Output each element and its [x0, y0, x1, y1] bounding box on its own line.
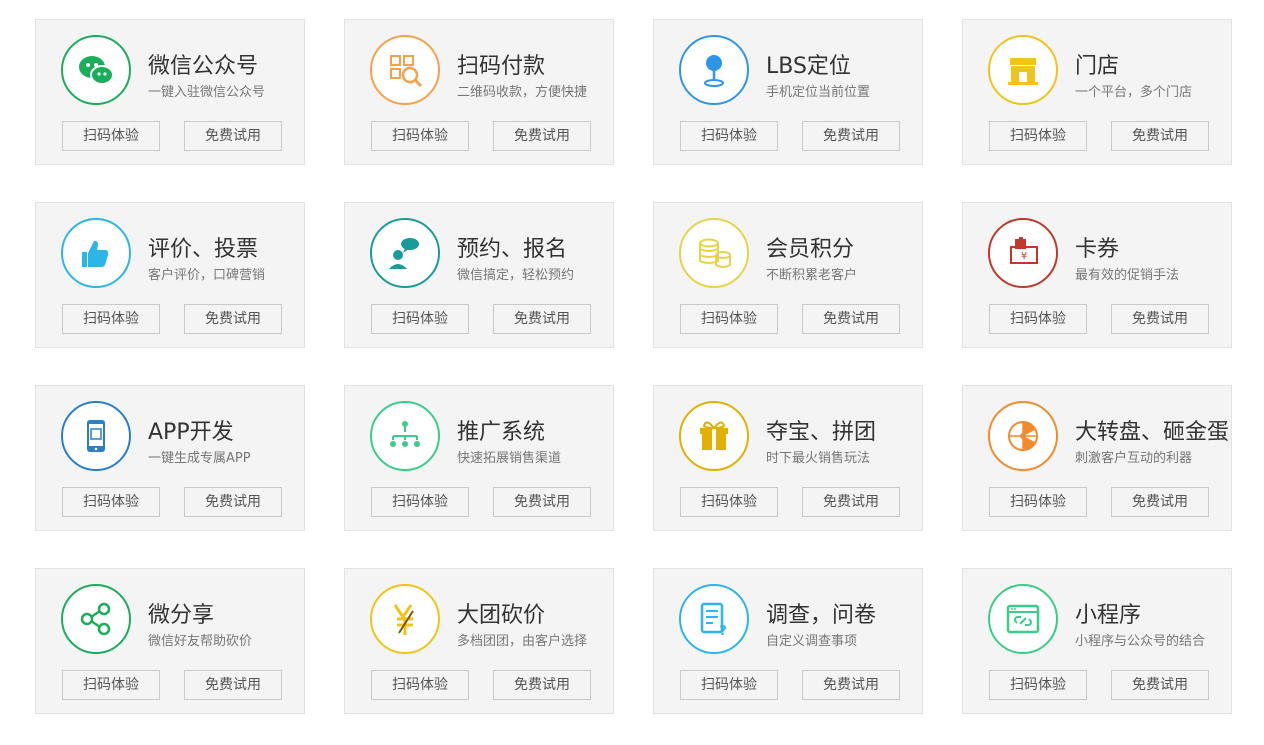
feature-description: 一键生成专属APP — [148, 451, 251, 466]
scan-experience-button[interactable]: 扫码体验 — [680, 487, 778, 517]
feature-card: 扫码付款二维码收款，方便快捷扫码体验 免费试用 — [344, 19, 614, 165]
free-trial-button[interactable]: 免费试用 — [802, 670, 900, 700]
feature-title: 预约、报名 — [457, 237, 568, 262]
network-icon — [370, 401, 440, 471]
feature-description: 不断积累老客户 — [766, 268, 858, 283]
scan-experience-button[interactable]: 扫码体验 — [62, 121, 160, 151]
feature-card: 微信公众号一键入驻微信公众号扫码体验 免费试用 — [35, 19, 305, 165]
free-trial-button[interactable]: 免费试用 — [1111, 304, 1209, 334]
feature-title: 调查，问卷 — [766, 603, 877, 628]
scan-experience-button[interactable]: 扫码体验 — [680, 121, 778, 151]
feature-title: LBS定位 — [766, 54, 851, 79]
appointment-icon — [370, 218, 440, 288]
bargain-icon — [370, 584, 440, 654]
feature-title: APP开发 — [148, 420, 234, 445]
svg-text:¥: ¥ — [1021, 251, 1027, 262]
gift-icon — [679, 401, 749, 471]
feature-title: 门店 — [1075, 54, 1120, 79]
wheel-icon — [988, 401, 1058, 471]
feature-title: 大团砍价 — [457, 603, 546, 628]
scan-experience-button[interactable]: 扫码体验 — [62, 487, 160, 517]
scan-experience-button[interactable]: 扫码体验 — [371, 670, 469, 700]
scan-experience-button[interactable]: 扫码体验 — [680, 670, 778, 700]
feature-description: 时下最火销售玩法 — [766, 451, 871, 466]
feature-description: 自定义调查事项 — [766, 634, 858, 649]
feature-description: 手机定位当前位置 — [766, 85, 871, 100]
feature-description: 一个平台，多个门店 — [1075, 85, 1193, 100]
wechat-icon — [61, 35, 131, 105]
coins-icon — [679, 218, 749, 288]
feature-description: 二维码收款，方便快捷 — [457, 85, 588, 100]
feature-description: 小程序与公众号的结合 — [1075, 634, 1206, 649]
scan-experience-button[interactable]: 扫码体验 — [62, 670, 160, 700]
feature-title: 卡券 — [1075, 237, 1120, 262]
feature-description: 刺激客户互动的利器 — [1075, 451, 1193, 466]
feature-card: 大转盘、砸金蛋刺激客户互动的利器扫码体验 免费试用 — [962, 385, 1232, 531]
scan-experience-button[interactable]: 扫码体验 — [680, 304, 778, 334]
free-trial-button[interactable]: 免费试用 — [493, 487, 591, 517]
feature-card: 推广系统快速拓展销售渠道扫码体验 免费试用 — [344, 385, 614, 531]
feature-card: LBS定位手机定位当前位置扫码体验 免费试用 — [653, 19, 923, 165]
scan-experience-button[interactable]: 扫码体验 — [62, 304, 160, 334]
free-trial-button[interactable]: 免费试用 — [1111, 670, 1209, 700]
mini-program-icon — [988, 584, 1058, 654]
feature-title: 大转盘、砸金蛋 — [1075, 420, 1230, 445]
feature-description: 微信好友帮助砍价 — [148, 634, 253, 649]
scan-experience-button[interactable]: 扫码体验 — [989, 304, 1087, 334]
free-trial-button[interactable]: 免费试用 — [802, 304, 900, 334]
svg-text:?: ? — [719, 624, 727, 639]
qr-scan-icon — [370, 35, 440, 105]
feature-title: 微信公众号 — [148, 54, 259, 79]
free-trial-button[interactable]: 免费试用 — [802, 487, 900, 517]
free-trial-button[interactable]: 免费试用 — [184, 487, 282, 517]
feature-title: 评价、投票 — [148, 237, 259, 262]
free-trial-button[interactable]: 免费试用 — [493, 670, 591, 700]
free-trial-button[interactable]: 免费试用 — [802, 121, 900, 151]
feature-card: 夺宝、拼团时下最火销售玩法扫码体验 免费试用 — [653, 385, 923, 531]
scan-experience-button[interactable]: 扫码体验 — [989, 670, 1087, 700]
share-icon — [61, 584, 131, 654]
feature-card: APP开发一键生成专属APP 扫码体验 免费试用 — [35, 385, 305, 531]
thumbs-up-icon — [61, 218, 131, 288]
free-trial-button[interactable]: 免费试用 — [1111, 121, 1209, 151]
feature-title: 扫码付款 — [457, 54, 546, 79]
feature-description: 客户评价，口碑营销 — [148, 268, 266, 283]
scan-experience-button[interactable]: 扫码体验 — [371, 304, 469, 334]
feature-title: 夺宝、拼团 — [766, 420, 877, 445]
feature-description: 多档团团，由客户选择 — [457, 634, 588, 649]
scan-experience-button[interactable]: 扫码体验 — [989, 487, 1087, 517]
free-trial-button[interactable]: 免费试用 — [493, 304, 591, 334]
free-trial-button[interactable]: 免费试用 — [184, 304, 282, 334]
feature-card: 预约、报名微信搞定，轻松预约扫码体验 免费试用 — [344, 202, 614, 348]
scan-experience-button[interactable]: 扫码体验 — [371, 121, 469, 151]
survey-icon: ? — [679, 584, 749, 654]
feature-title: 微分享 — [148, 603, 215, 628]
coupon-icon: ¥ — [988, 218, 1058, 288]
store-icon — [988, 35, 1058, 105]
feature-description: 快速拓展销售渠道 — [457, 451, 562, 466]
feature-card: 大团砍价多档团团，由客户选择扫码体验 免费试用 — [344, 568, 614, 714]
feature-description: 一键入驻微信公众号 — [148, 85, 266, 100]
feature-title: 小程序 — [1075, 603, 1142, 628]
feature-grid: 微信公众号 一键入驻微信公众号 扫码体验 免费试用 扫码付款 二维码收款，方便快捷 扫码体验… — [35, 19, 1235, 719]
free-trial-button[interactable]: 免费试用 — [184, 121, 282, 151]
feature-title: 会员积分 — [766, 237, 855, 262]
free-trial-button[interactable]: 免费试用 — [184, 670, 282, 700]
scan-experience-button[interactable]: 扫码体验 — [989, 121, 1087, 151]
feature-card: ? 调查，问卷自定义调查事项扫码体验 免费试用 — [653, 568, 923, 714]
feature-card: 评价、投票客户评价，口碑营销扫码体验 免费试用 — [35, 202, 305, 348]
feature-card: 小程序小程序与公众号的结合扫码体验 免费试用 — [962, 568, 1232, 714]
feature-card: 会员积分不断积累老客户扫码体验 免费试用 — [653, 202, 923, 348]
feature-title: 推广系统 — [457, 420, 546, 445]
location-pin-icon — [679, 35, 749, 105]
feature-card: 门店一个平台，多个门店扫码体验 免费试用 — [962, 19, 1232, 165]
mobile-app-icon — [61, 401, 131, 471]
feature-description: 最有效的促销手法 — [1075, 268, 1180, 283]
free-trial-button[interactable]: 免费试用 — [493, 121, 591, 151]
feature-card: 微分享微信好友帮助砍价扫码体验 免费试用 — [35, 568, 305, 714]
free-trial-button[interactable]: 免费试用 — [1111, 487, 1209, 517]
feature-card: ¥ 卡券最有效的促销手法扫码体验 免费试用 — [962, 202, 1232, 348]
feature-description: 微信搞定，轻松预约 — [457, 268, 575, 283]
scan-experience-button[interactable]: 扫码体验 — [371, 487, 469, 517]
